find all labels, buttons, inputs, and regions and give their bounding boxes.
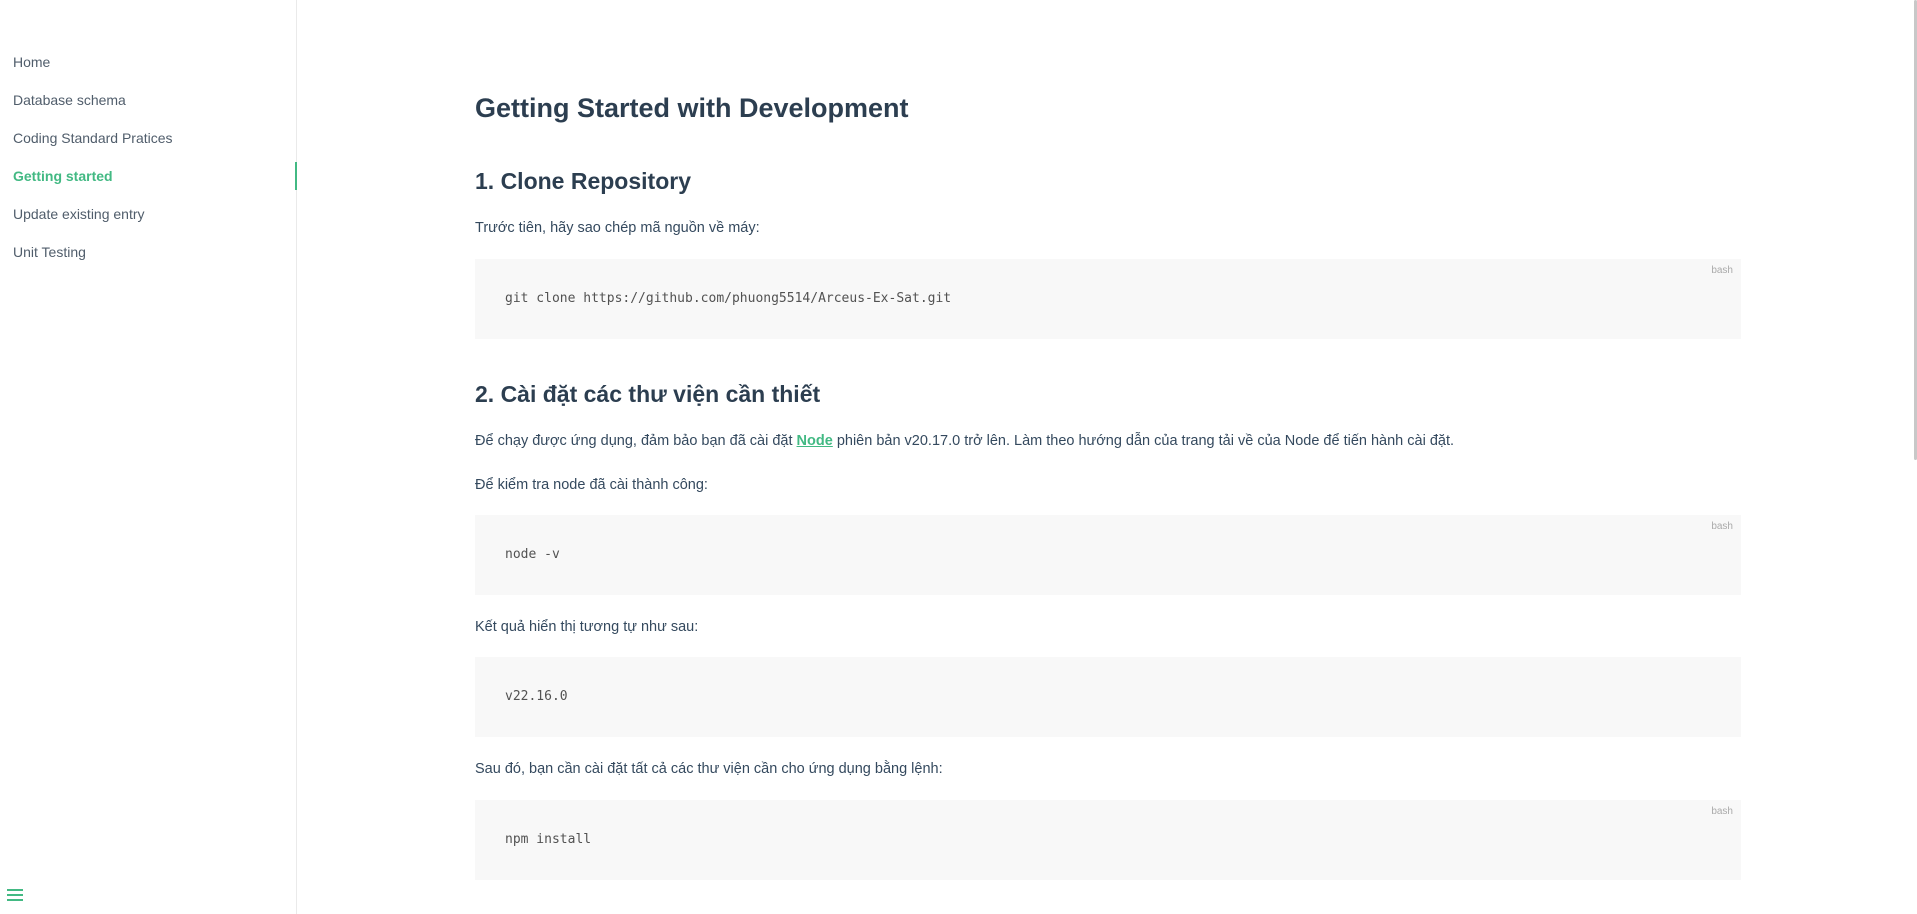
section-heading-install: 2. Cài đặt các thư viện cần thiết (475, 381, 821, 407)
npm-install-text: Sau đó, bạn cần cài đặt tất cả các thư v… (475, 761, 943, 777)
sidebar: Home Database schema Coding Standard Pra… (0, 0, 297, 914)
clone-intro-text: Trước tiên, hãy sao chép mã nguồn về máy… (475, 220, 760, 236)
code-block-result: v22.16.0 (475, 657, 1741, 737)
sidebar-item-unit-testing[interactable]: Unit Testing (0, 240, 296, 278)
code-text: v22.16.0 (505, 689, 568, 704)
sidebar-item-database-schema[interactable]: Database schema (0, 88, 296, 126)
sidebar-nav: Home Database schema Coding Standard Pra… (0, 50, 297, 278)
code-lang-label: bash (1711, 806, 1733, 817)
install-intro-text: Để chạy được ứng dụng, đảm bảo bạn đã cà… (475, 430, 1454, 452)
sidebar-item-home[interactable]: Home (0, 50, 296, 88)
code-lang-label: bash (1711, 265, 1733, 276)
code-block-node-version: bash node -v (475, 515, 1741, 595)
code-lang-label: bash (1711, 521, 1733, 532)
code-text: git clone https://github.com/phuong5514/… (505, 291, 952, 306)
code-block-clone: bash git clone https://github.com/phuong… (475, 259, 1741, 339)
node-link[interactable]: Node (797, 433, 833, 449)
sidebar-item-update-existing-entry[interactable]: Update existing entry (0, 202, 296, 240)
sidebar-item-coding-standard[interactable]: Coding Standard Pratices (0, 126, 296, 164)
code-block-npm-install: bash npm install (475, 800, 1741, 880)
intro-text-part: phiên bản v20.17.0 trở lên. Làm theo hướ… (832, 433, 1455, 449)
intro-text-part: Để chạy được ứng dụng, đảm bảo bạn đã cà… (475, 433, 797, 449)
section-heading-clone: 1. Clone Repository (475, 168, 691, 194)
page-title: Getting Started with Development (475, 93, 909, 123)
check-node-text: Để kiểm tra node đã cài thành công: (475, 477, 708, 493)
code-text: node -v (505, 547, 560, 562)
hamburger-menu-icon[interactable] (7, 889, 23, 905)
code-text: npm install (505, 832, 592, 847)
result-text: Kết quả hiển thị tương tự như sau: (475, 619, 699, 635)
sidebar-item-getting-started[interactable]: Getting started (0, 162, 297, 202)
